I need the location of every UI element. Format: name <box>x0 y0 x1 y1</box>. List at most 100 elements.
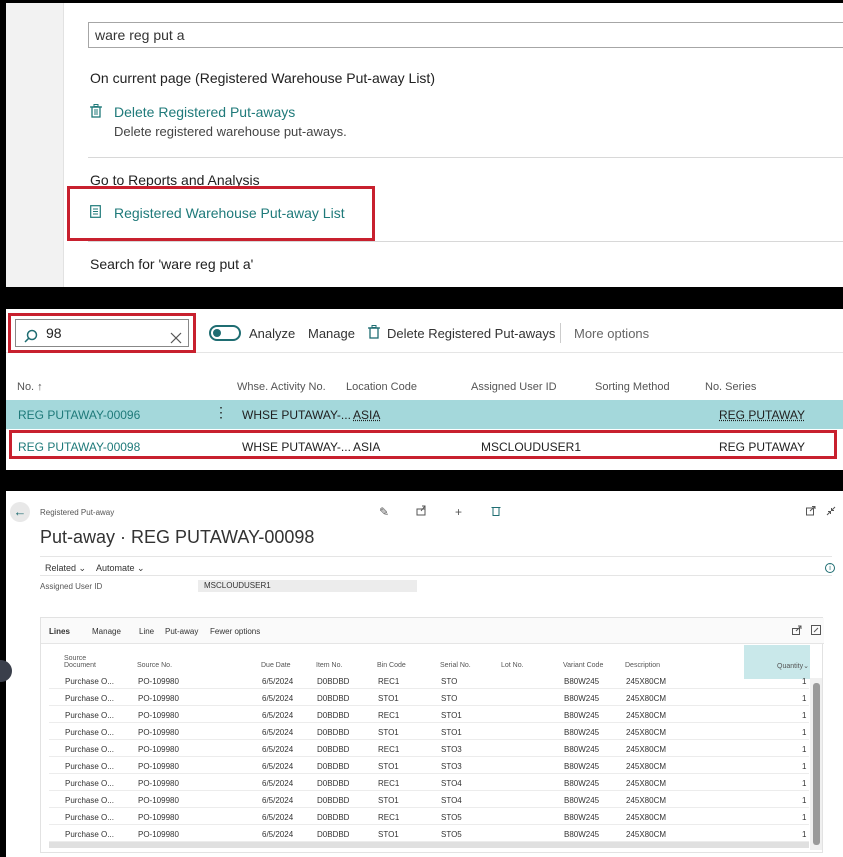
cell-bin: REC1 <box>378 779 400 788</box>
delete-description: Delete registered warehouse put-aways. <box>114 124 347 139</box>
col-serial-no[interactable]: Serial No. <box>440 662 471 669</box>
back-arrow-icon[interactable]: ← <box>10 502 30 522</box>
cell-bin: STO1 <box>378 796 399 805</box>
putaway-card-panel: ← Registered Put-away Put-away · REG PUT… <box>6 491 843 857</box>
automate-label: Automate <box>96 563 135 573</box>
cell-variant: B80W245 <box>564 711 600 720</box>
analyze-label: Analyze <box>249 326 296 341</box>
cell-desc: 245X80CM <box>626 745 667 754</box>
delete-registered-putaways-button[interactable]: Delete Registered Put-aways <box>387 326 555 341</box>
highlight-box <box>67 186 375 241</box>
share-icon[interactable] <box>416 505 427 519</box>
cell-bin: STO1 <box>378 830 399 839</box>
cell-bin: STO1 <box>378 728 399 737</box>
cell-doc: Purchase O... <box>65 779 114 788</box>
table-row[interactable]: Purchase O... PO-109980 6/5/2024 D0BDBD STO1… <box>49 757 809 774</box>
info-icon[interactable]: i <box>825 563 835 573</box>
assigned-user-field[interactable]: MSCLOUDUSER1 <box>198 580 417 592</box>
table-row[interactable]: Purchase O... PO-109980 6/5/2024 D0BDBD REC1… <box>49 706 809 723</box>
col-description[interactable]: Description <box>625 662 660 669</box>
share-icon[interactable] <box>792 625 802 637</box>
pencil-icon[interactable]: ✎ <box>379 505 389 519</box>
open-new-window-icon[interactable] <box>806 505 816 519</box>
analyze-toggle[interactable] <box>209 325 241 341</box>
col-item-no[interactable]: Item No. <box>316 662 342 669</box>
fewer-options-button[interactable]: Fewer options <box>210 627 260 636</box>
more-options-button[interactable]: More options <box>574 326 649 341</box>
column-header-no[interactable]: No. ↑ <box>17 381 43 393</box>
cell-item: D0BDBD <box>317 830 350 839</box>
expand-icon[interactable] <box>811 625 821 637</box>
cell-doc: Purchase O... <box>65 728 114 737</box>
cell-variant: B80W245 <box>564 779 600 788</box>
cell-due: 6/5/2024 <box>262 694 294 703</box>
tell-me-search-input[interactable]: ware reg put a <box>88 22 843 48</box>
list-search-input[interactable]: 98 <box>15 319 189 347</box>
highlight-box: 98 <box>8 313 196 353</box>
row-activity: WHSE PUTAWAY-... <box>242 408 351 422</box>
cell-desc: 245X80CM <box>626 711 667 720</box>
col-due-date[interactable]: Due Date <box>261 662 291 669</box>
column-header-whse-activity-no[interactable]: Whse. Activity No. <box>237 381 326 393</box>
lines-manage-button[interactable]: Manage <box>92 627 121 636</box>
related-menu[interactable]: Related ⌄ <box>45 563 86 574</box>
manage-button[interactable]: Manage <box>308 326 355 341</box>
column-header-location-code[interactable]: Location Code <box>346 381 417 393</box>
divider <box>88 157 843 158</box>
row-no-link[interactable]: REG PUTAWAY-00096 <box>18 408 140 422</box>
col-variant-code[interactable]: Variant Code <box>563 662 603 669</box>
lines-tab[interactable]: Lines <box>49 627 70 636</box>
add-icon[interactable]: + <box>455 505 462 519</box>
cell-variant: B80W245 <box>564 745 600 754</box>
collapse-icon[interactable] <box>826 505 836 519</box>
col-source-document[interactable]: Source Document <box>64 655 96 669</box>
col-quantity[interactable]: Quantity⌄ <box>777 662 809 670</box>
delete-registered-putaways-link[interactable]: Delete Registered Put-aways <box>114 104 295 120</box>
table-row[interactable]: Purchase O... PO-109980 6/5/2024 D0BDBD REC1… <box>49 740 809 757</box>
cell-doc: Purchase O... <box>65 677 114 686</box>
search-for-link[interactable]: Search for 'ware reg put a' <box>90 256 253 272</box>
cell-serial: STO <box>441 694 458 703</box>
table-row[interactable]: Purchase O... PO-109980 6/5/2024 D0BDBD REC1… <box>49 672 809 689</box>
table-row[interactable]: REG PUTAWAY-00096 ⋮ WHSE PUTAWAY-... ASI… <box>6 400 843 429</box>
cell-src: PO-109980 <box>138 813 179 822</box>
table-row[interactable]: Purchase O... PO-109980 6/5/2024 D0BDBD STO1… <box>49 723 809 740</box>
cell-qty: 1 <box>802 677 807 686</box>
cell-item: D0BDBD <box>317 762 350 771</box>
automate-menu[interactable]: Automate ⌄ <box>96 563 145 574</box>
cell-due: 6/5/2024 <box>262 796 294 805</box>
lines-line-button[interactable]: Line <box>139 627 154 636</box>
cell-item: D0BDBD <box>317 813 350 822</box>
search-value: 98 <box>46 325 62 341</box>
cell-due: 6/5/2024 <box>262 711 294 720</box>
column-header-sorting-method[interactable]: Sorting Method <box>595 381 670 393</box>
lines-putaway-button[interactable]: Put-away <box>165 627 198 636</box>
clear-icon[interactable] <box>170 326 182 352</box>
column-header-assigned-user-id[interactable]: Assigned User ID <box>471 381 557 393</box>
horizontal-scrollbar[interactable] <box>49 842 809 848</box>
cell-serial: STO1 <box>441 711 462 720</box>
cell-item: D0BDBD <box>317 796 350 805</box>
col-lot-no[interactable]: Lot No. <box>501 662 524 669</box>
cell-variant: B80W245 <box>564 830 600 839</box>
cell-desc: 245X80CM <box>626 796 667 805</box>
cell-item: D0BDBD <box>317 728 350 737</box>
table-row[interactable]: Purchase O... PO-109980 6/5/2024 D0BDBD STO1… <box>49 791 809 808</box>
delete-icon[interactable] <box>491 505 501 519</box>
cell-item: D0BDBD <box>317 711 350 720</box>
cell-src: PO-109980 <box>138 796 179 805</box>
table-row[interactable]: Purchase O... PO-109980 6/5/2024 D0BDBD STO1… <box>49 689 809 706</box>
table-row[interactable]: Purchase O... PO-109980 6/5/2024 D0BDBD STO1… <box>49 825 809 842</box>
col-source-document-line2: Document <box>64 662 96 669</box>
table-row[interactable]: Purchase O... PO-109980 6/5/2024 D0BDBD REC1… <box>49 774 809 791</box>
lines-toolbar: Lines Manage Line Put-away Fewer options <box>41 618 824 644</box>
scrollbar-thumb[interactable] <box>813 683 820 845</box>
col-source-no[interactable]: Source No. <box>137 662 172 669</box>
search-results-panel: ware reg put a On current page (Register… <box>6 3 843 287</box>
cell-doc: Purchase O... <box>65 762 114 771</box>
row-menu-icon[interactable]: ⋮ <box>214 404 228 421</box>
col-bin-code[interactable]: Bin Code <box>377 662 406 669</box>
table-row[interactable]: Purchase O... PO-109980 6/5/2024 D0BDBD REC1… <box>49 808 809 825</box>
column-header-no-series[interactable]: No. Series <box>705 381 756 393</box>
cell-doc: Purchase O... <box>65 813 114 822</box>
